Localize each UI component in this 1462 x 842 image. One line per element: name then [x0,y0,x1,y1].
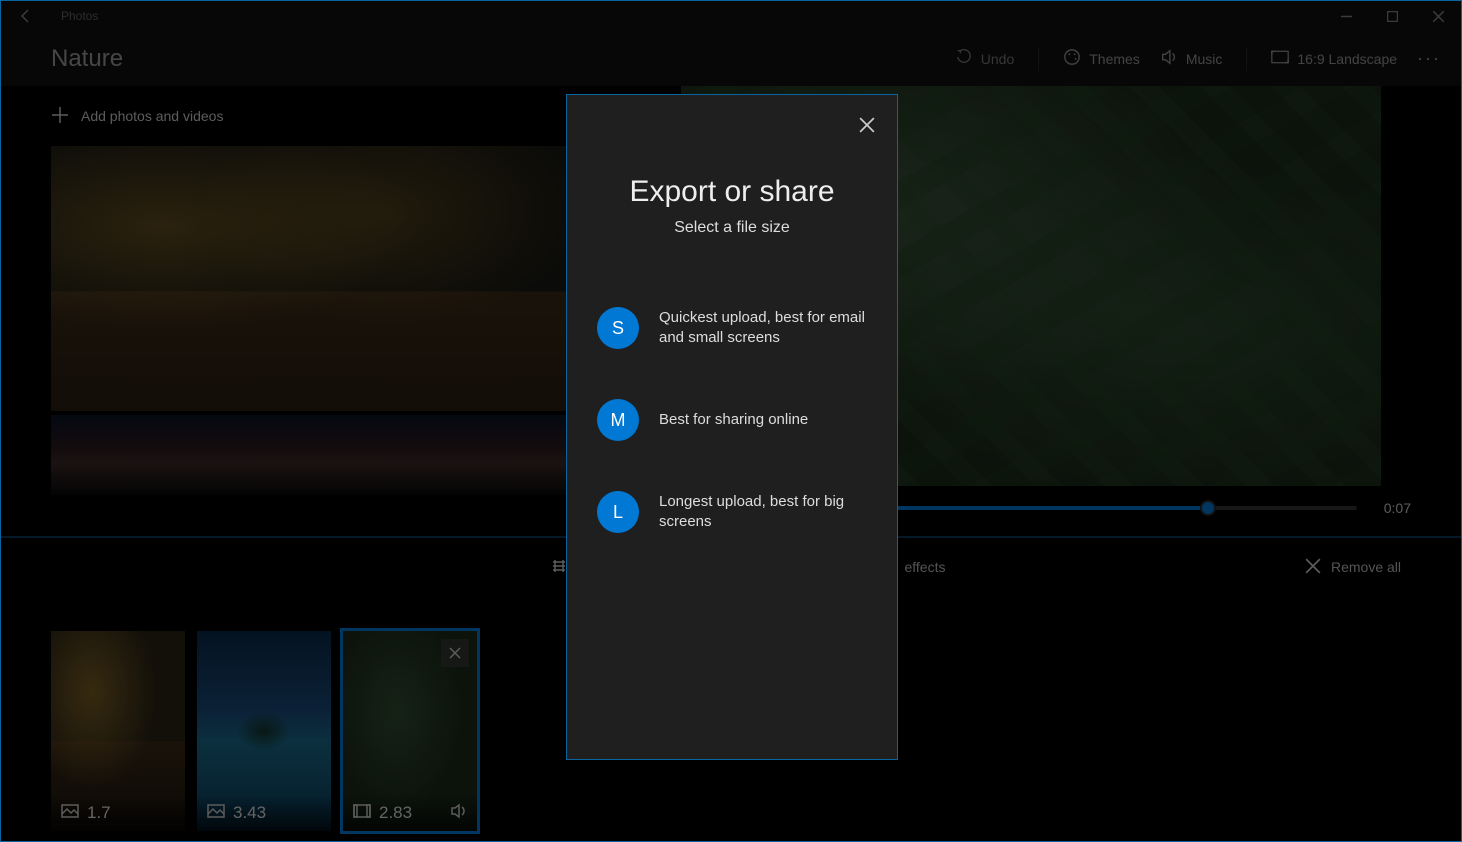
size-option-small[interactable]: S Quickest upload, best for email and sm… [597,307,867,349]
dialog-subtitle: Select a file size [597,219,867,237]
size-badge: L [597,491,639,533]
size-option-large[interactable]: L Longest upload, best for big screens [597,491,867,533]
dialog-title: Export or share [597,175,867,209]
size-badge: M [597,399,639,441]
size-badge: S [597,307,639,349]
size-desc: Quickest upload, best for email and smal… [659,308,867,349]
size-options: S Quickest upload, best for email and sm… [597,307,867,533]
app-window: Photos Nature Undo Redo Themes Mu [0,0,1462,842]
size-desc: Longest upload, best for big screens [659,492,867,533]
export-dialog: Export or share Select a file size S Qui… [566,94,898,760]
dialog-close-button[interactable] [855,113,879,137]
size-desc: Best for sharing online [659,410,808,430]
size-option-medium[interactable]: M Best for sharing online [597,399,867,441]
